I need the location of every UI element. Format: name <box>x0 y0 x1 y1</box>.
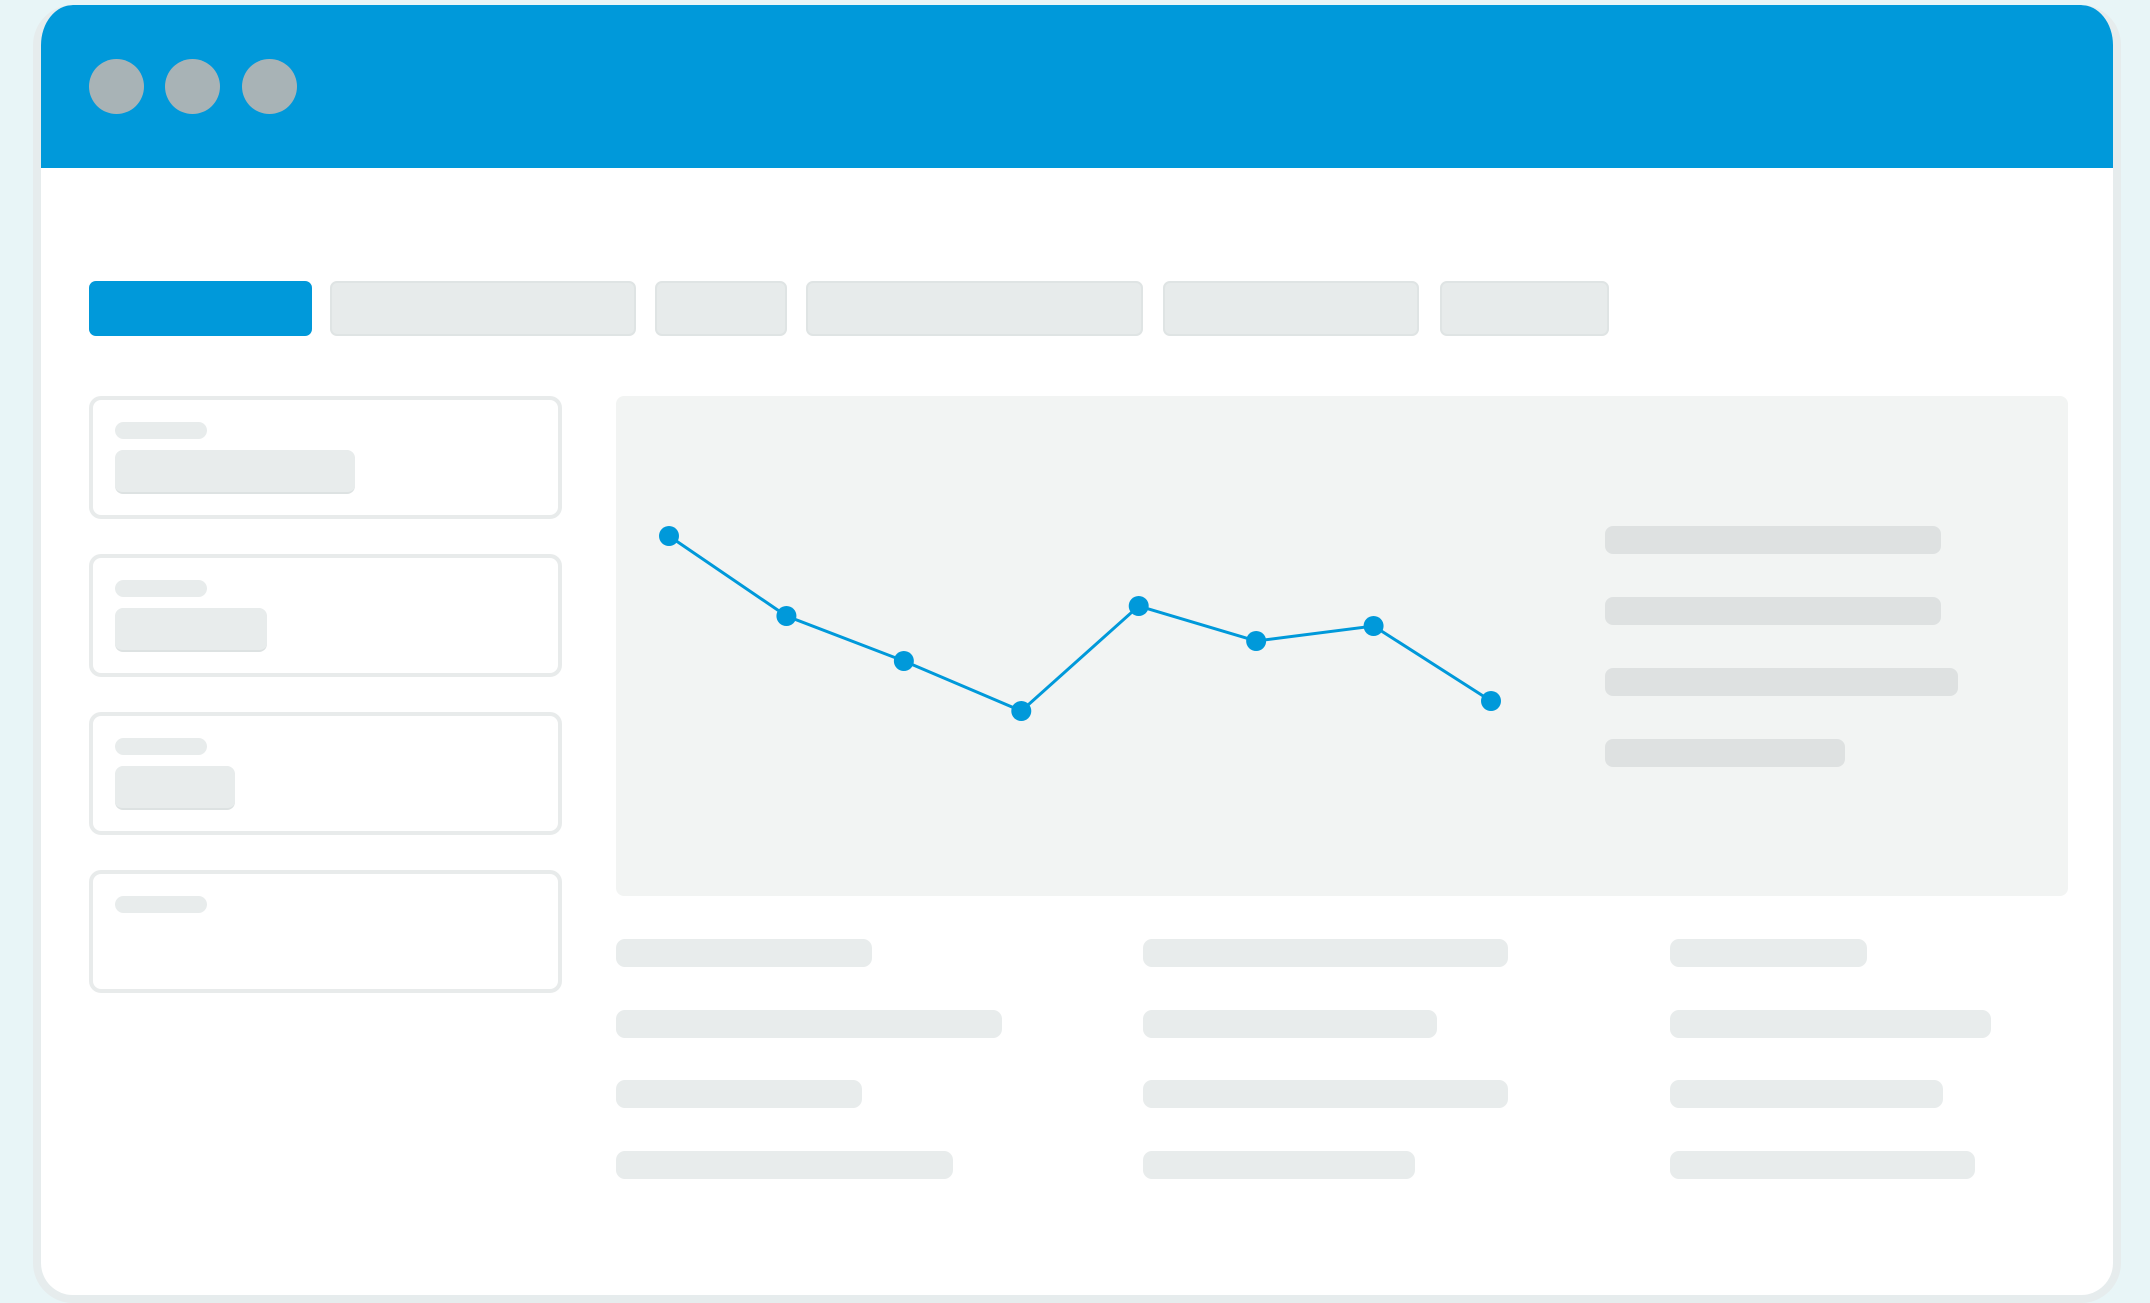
data-point-8[interactable] <box>1481 691 1501 711</box>
window-control-dot-1[interactable] <box>89 59 144 114</box>
card-label-placeholder <box>115 580 207 597</box>
stat-card[interactable] <box>89 554 562 677</box>
detail-line-placeholder <box>1143 1151 1415 1179</box>
detail-line-placeholder <box>616 939 872 967</box>
legend-item-placeholder <box>1605 597 1941 625</box>
legend-item-placeholder <box>1605 526 1941 554</box>
stat-card[interactable] <box>89 870 562 993</box>
card-label-placeholder <box>115 422 207 439</box>
detail-line-placeholder <box>1670 939 1867 967</box>
detail-line-placeholder <box>1143 939 1508 967</box>
window-control-dot-2[interactable] <box>165 59 220 114</box>
data-point-7[interactable] <box>1363 616 1384 636</box>
detail-line-placeholder <box>616 1080 862 1108</box>
title-bar <box>41 5 2113 168</box>
data-point-4[interactable] <box>1011 701 1032 721</box>
detail-line-placeholder <box>1670 1010 1991 1038</box>
legend-item-placeholder <box>1605 668 1958 696</box>
app-window <box>33 5 2121 1303</box>
line-chart <box>659 526 1501 721</box>
tab-2[interactable] <box>330 281 636 336</box>
data-point-5[interactable] <box>1128 596 1149 616</box>
chart-panel <box>616 396 2068 896</box>
tab-3[interactable] <box>655 281 787 336</box>
data-point-2[interactable] <box>776 606 797 626</box>
detail-line-placeholder <box>1143 1080 1508 1108</box>
detail-line-placeholder <box>1143 1010 1437 1038</box>
tab-6[interactable] <box>1440 281 1609 336</box>
tab-5[interactable] <box>1163 281 1419 336</box>
detail-line-placeholder <box>616 1151 953 1179</box>
detail-line-placeholder <box>616 1010 1002 1038</box>
window-control-dot-3[interactable] <box>242 59 297 114</box>
data-point-1[interactable] <box>659 526 679 546</box>
detail-line-placeholder <box>1670 1151 1975 1179</box>
data-point-6[interactable] <box>1246 631 1267 651</box>
card-value-placeholder <box>115 450 355 494</box>
card-label-placeholder <box>115 738 207 755</box>
data-point-3[interactable] <box>893 651 914 671</box>
stat-card[interactable] <box>89 712 562 835</box>
legend-item-placeholder <box>1605 739 1845 767</box>
stat-card[interactable] <box>89 396 562 519</box>
card-label-placeholder <box>115 896 207 913</box>
card-value-placeholder <box>115 608 267 652</box>
tab-4[interactable] <box>806 281 1143 336</box>
card-value-placeholder <box>115 766 235 810</box>
tab-1-active[interactable] <box>89 281 312 336</box>
detail-line-placeholder <box>1670 1080 1943 1108</box>
